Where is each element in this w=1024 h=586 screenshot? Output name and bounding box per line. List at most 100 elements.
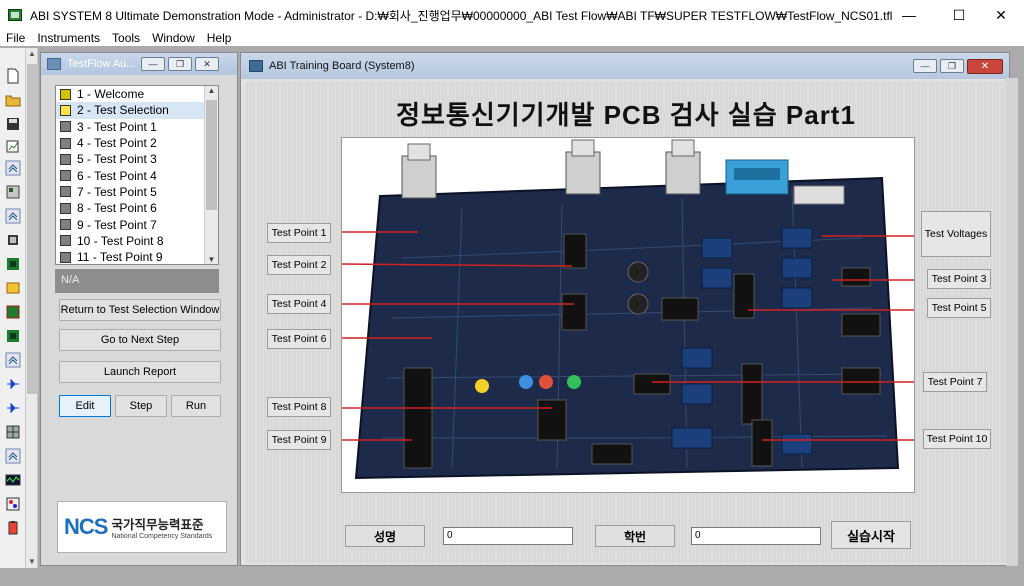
test-point-9-button[interactable]: Test Point 9 [267, 430, 331, 450]
step-icon [60, 170, 71, 182]
battery-icon[interactable] [5, 520, 21, 536]
oscilloscope-icon[interactable] [5, 472, 21, 488]
test-point-7-button[interactable]: Test Point 7 [923, 372, 987, 392]
step-button[interactable]: Step [115, 395, 167, 417]
toolbar-scrollbar[interactable]: ▲ ▼ [26, 48, 38, 568]
testflow-window-controls: — ❐ ✕ [141, 57, 219, 71]
student-id-label: 학번 [595, 525, 675, 547]
testflow-window: TestFlow Au... — ❐ ✕ 1 - Welcome 2 - Tes… [40, 52, 238, 566]
step-icon [60, 88, 71, 100]
list-item[interactable]: 4 - Test Point 2 [56, 135, 218, 151]
collapse-up-icon[interactable] [5, 208, 21, 224]
training-board-title: ABI Training Board (System8) [269, 60, 415, 72]
list-item[interactable]: 1 - Welcome [56, 86, 218, 102]
ncs-korean-text: 국가직무능력표준 [111, 518, 204, 532]
board-icon[interactable] [5, 304, 21, 320]
list-item[interactable]: 3 - Test Point 1 [56, 119, 218, 135]
test-point-10-button[interactable]: Test Point 10 [923, 429, 991, 449]
minimize-button[interactable]: — [886, 0, 932, 30]
step-list-scrollbar[interactable]: ▲ ▼ [204, 86, 218, 264]
test-point-1-button[interactable]: Test Point 1 [267, 223, 331, 243]
collapse-up-icon[interactable] [5, 160, 21, 176]
chip-green-icon[interactable] [5, 256, 21, 272]
close-button[interactable]: ✕ [978, 0, 1024, 30]
scroll-down-arrow-icon[interactable]: ▼ [205, 255, 218, 264]
training-board-titlebar: ABI Training Board (System8) [241, 53, 1009, 79]
list-item[interactable]: 5 - Test Point 3 [56, 151, 218, 167]
folder-yellow-icon[interactable] [5, 280, 21, 296]
open-folder-icon[interactable] [5, 92, 21, 108]
minimize-icon[interactable]: — [913, 59, 937, 73]
edit-button[interactable]: Edit [59, 395, 111, 417]
close-icon[interactable]: ✕ [195, 57, 219, 71]
scroll-down-arrow-icon[interactable]: ▼ [26, 556, 38, 568]
test-point-6-button[interactable]: Test Point 6 [267, 329, 331, 349]
test-point-4-button[interactable]: Test Point 4 [267, 294, 331, 314]
run-button[interactable]: Run [171, 395, 221, 417]
list-item[interactable]: 9 - Test Point 7 [56, 216, 218, 232]
step-icon [60, 202, 71, 214]
collapse-up-icon[interactable] [5, 352, 21, 368]
step-icon [60, 153, 71, 165]
step-icon [60, 235, 71, 247]
new-file-icon[interactable] [5, 68, 21, 84]
app-icon [8, 9, 22, 21]
name-input[interactable]: 0 [443, 527, 573, 545]
test-point-5-button[interactable]: Test Point 5 [927, 298, 991, 318]
step-icon [60, 186, 71, 198]
status-field: N/A [55, 269, 219, 293]
step-list[interactable]: 1 - Welcome 2 - Test Selection 3 - Test … [55, 85, 219, 265]
list-item[interactable]: 11 - Test Point 9 [56, 249, 218, 264]
analyzer-icon[interactable] [5, 496, 21, 512]
menu-file[interactable]: File [0, 31, 31, 45]
chip-icon[interactable] [5, 232, 21, 248]
test-point-2-button[interactable]: Test Point 2 [267, 255, 331, 275]
menu-tools[interactable]: Tools [106, 31, 146, 45]
menu-instruments[interactable]: Instruments [31, 31, 106, 45]
return-to-test-selection-button[interactable]: Return to Test Selection Window [59, 299, 221, 321]
diode-icon[interactable] [5, 400, 21, 416]
test-point-3-button[interactable]: Test Point 3 [927, 269, 991, 289]
scroll-up-arrow-icon[interactable]: ▲ [26, 48, 38, 60]
chip-green-icon[interactable] [5, 328, 21, 344]
menu-bar: File Instruments Tools Window Help [0, 30, 1024, 46]
scroll-thumb[interactable] [206, 100, 217, 210]
step-icon [60, 137, 71, 149]
grid-icon[interactable] [5, 424, 21, 440]
minimize-icon[interactable]: — [141, 57, 165, 71]
scroll-thumb[interactable] [27, 64, 37, 394]
edit-chart-icon[interactable] [5, 138, 21, 154]
student-id-input[interactable]: 0 [691, 527, 821, 545]
test-point-8-button[interactable]: Test Point 8 [267, 397, 331, 417]
right-scrollbar[interactable] [1006, 78, 1018, 566]
list-item[interactable]: 7 - Test Point 5 [56, 184, 218, 200]
start-practice-button[interactable]: 실습시작 [831, 521, 911, 549]
window-title: ABI SYSTEM 8 Ultimate Demonstration Mode… [30, 8, 893, 23]
save-icon[interactable] [5, 116, 21, 132]
list-item[interactable]: 8 - Test Point 6 [56, 200, 218, 216]
list-item[interactable]: 10 - Test Point 8 [56, 233, 218, 249]
restore-icon[interactable]: ❐ [940, 59, 964, 73]
maximize-button[interactable]: ☐ [936, 0, 982, 30]
scroll-up-arrow-icon[interactable]: ▲ [205, 86, 218, 95]
ncs-english-text: National Competency Standards [111, 533, 213, 540]
go-to-next-step-button[interactable]: Go to Next Step [59, 329, 221, 351]
training-board-window: ABI Training Board (System8) — ❐ ✕ 정보통신기… [240, 52, 1010, 566]
board-window-controls: — ❐ ✕ [913, 59, 1003, 74]
menu-help[interactable]: Help [201, 31, 238, 45]
list-item[interactable]: 6 - Test Point 4 [56, 167, 218, 183]
diode-icon[interactable] [5, 376, 21, 392]
restore-icon[interactable]: ❐ [168, 57, 192, 71]
title-bar: ABI SYSTEM 8 Ultimate Demonstration Mode… [0, 0, 1024, 30]
pcb-board-image [341, 139, 914, 480]
ncs-logo: NCS [64, 514, 108, 539]
launch-report-button[interactable]: Launch Report [59, 361, 221, 383]
instrument-icon[interactable] [5, 184, 21, 200]
testflow-icon [47, 58, 61, 70]
close-icon[interactable]: ✕ [967, 59, 1003, 74]
list-item[interactable]: 2 - Test Selection [56, 102, 218, 119]
pcb-image-frame [341, 137, 915, 493]
collapse-up-icon[interactable] [5, 448, 21, 464]
test-voltages-button[interactable]: Test Voltages [921, 211, 991, 257]
menu-window[interactable]: Window [146, 31, 201, 45]
